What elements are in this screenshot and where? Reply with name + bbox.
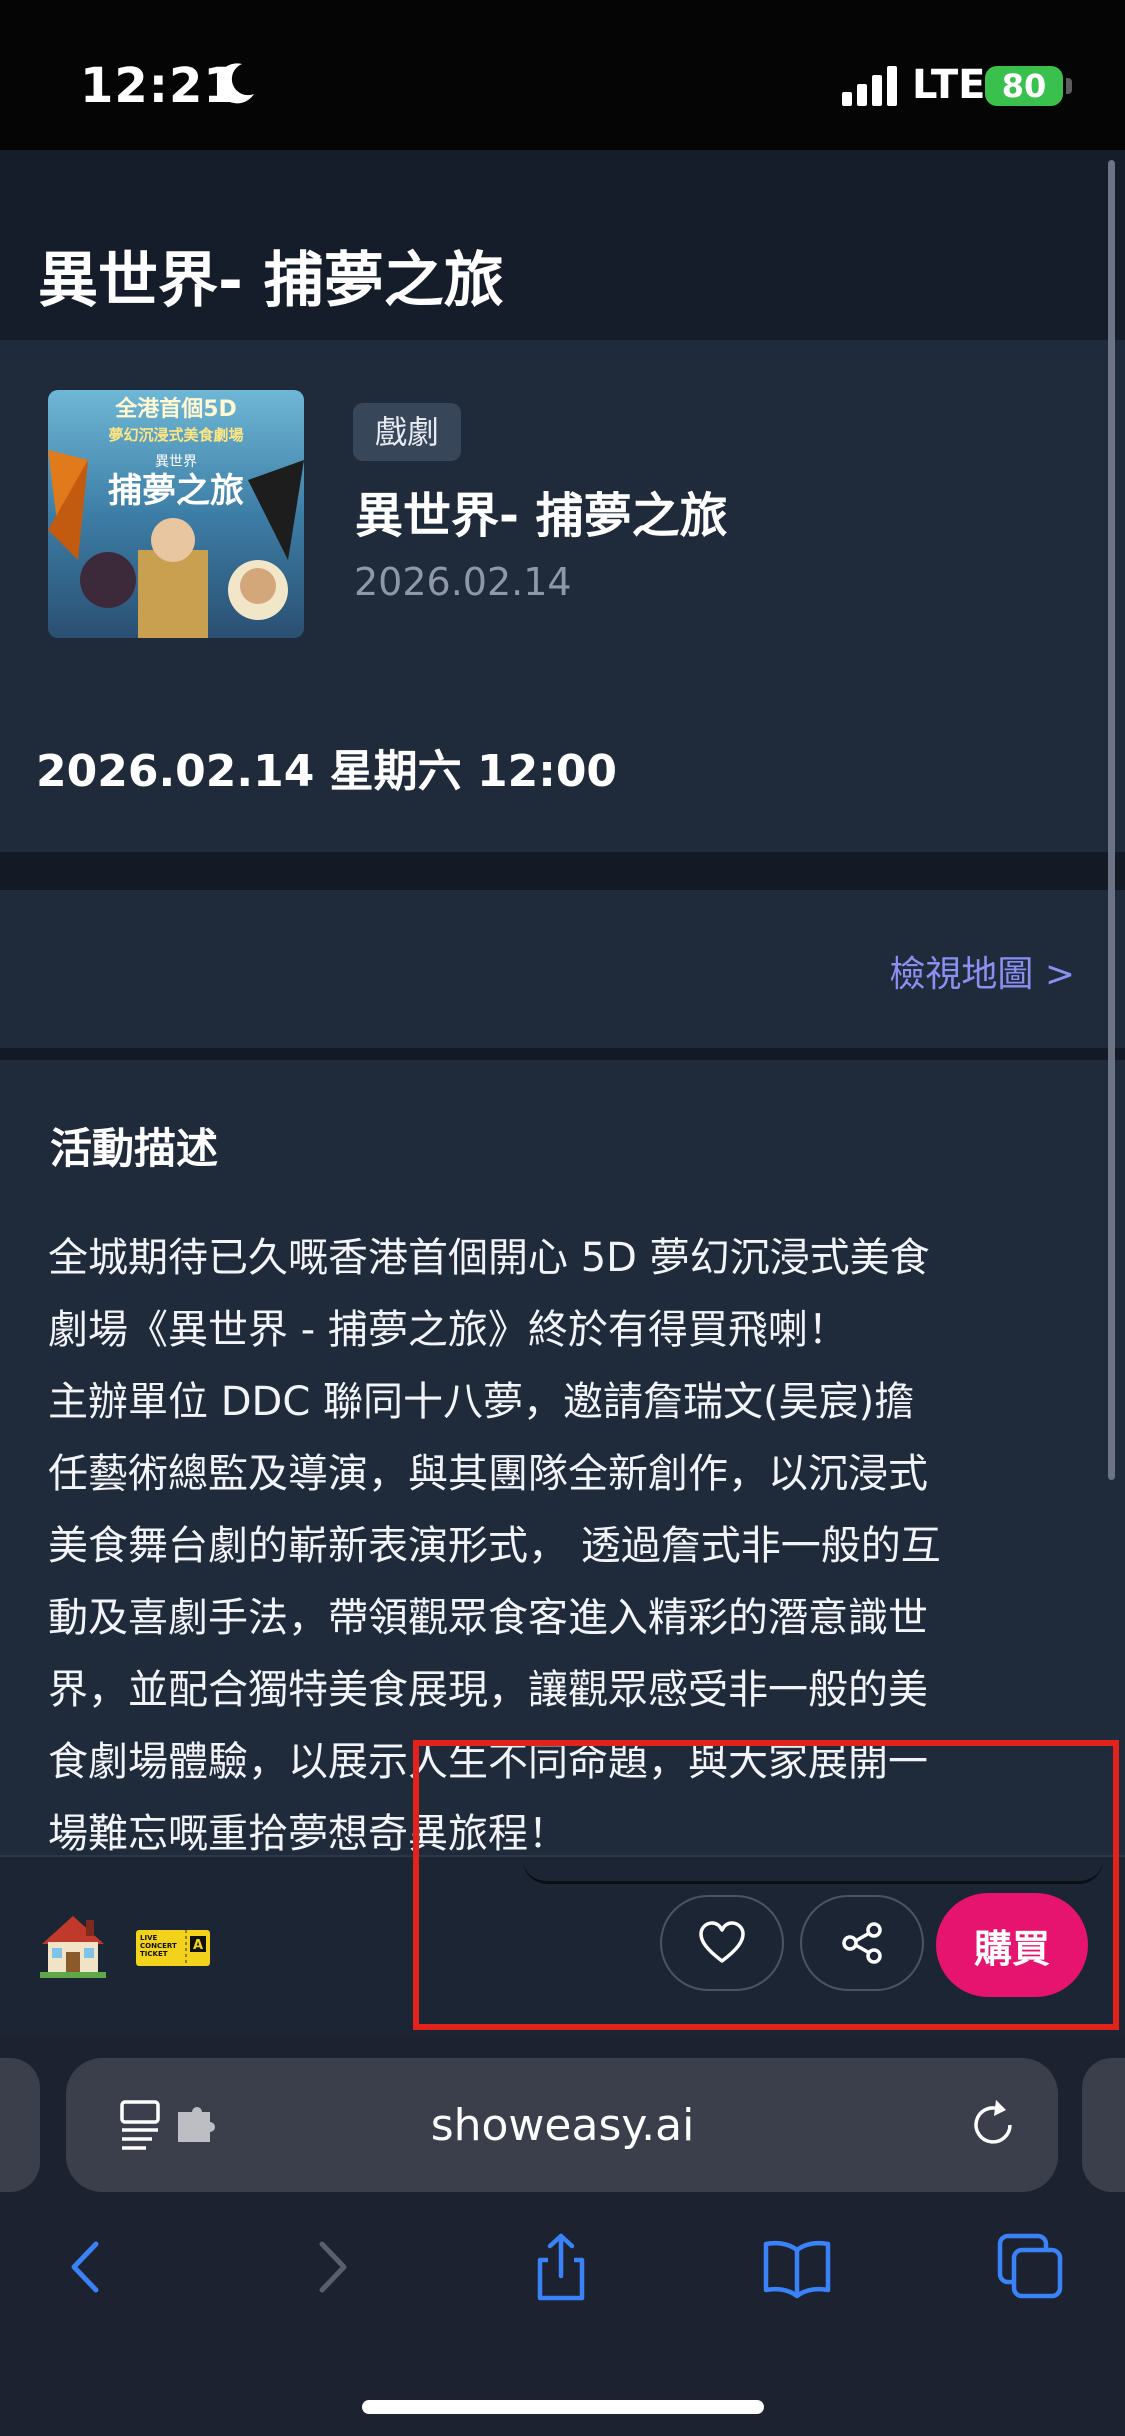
section-divider	[0, 1048, 1125, 1060]
battery-indicator: 80	[985, 66, 1063, 106]
highlight-annotation	[413, 1740, 1119, 2030]
description-title: 活動描述	[50, 1124, 219, 1173]
ticket-line-3: TICKET	[140, 1950, 168, 1958]
event-poster-image[interactable]: 全港首個5D 夢幻沉浸式美食劇場 異世界 捕夢之旅	[48, 390, 304, 638]
url-text[interactable]: showeasy.ai	[0, 2100, 1125, 2151]
reload-icon[interactable]	[966, 2098, 1020, 2152]
ticket-letter: A	[193, 1938, 203, 1953]
ticket-line-1: LIVE	[140, 1934, 157, 1942]
view-map-link[interactable]: 檢視地圖 >	[889, 945, 1075, 997]
home-indicator	[362, 2400, 764, 2414]
share-sheet-icon[interactable]	[526, 2232, 596, 2302]
back-icon[interactable]	[52, 2232, 122, 2302]
section-divider	[0, 852, 1125, 890]
poster-line-4: 捕夢之旅	[108, 471, 244, 511]
tabs-icon[interactable]	[996, 2232, 1066, 2302]
bookmarks-icon[interactable]	[762, 2232, 832, 2302]
poster-line-3: 異世界	[155, 454, 197, 470]
moon-icon	[217, 63, 254, 104]
category-badge: 戲劇	[353, 403, 462, 461]
poster-line-2: 夢幻沉浸式美食劇場	[108, 426, 243, 444]
signal-icon	[842, 66, 897, 106]
event-name: 異世界- 捕夢之旅	[355, 488, 728, 544]
battery-nub	[1066, 78, 1072, 94]
house-icon[interactable]	[40, 1912, 106, 1978]
event-datetime[interactable]: 2026.02.14 星期六 12:00	[36, 735, 617, 799]
poster-line-1: 全港首個5D	[114, 396, 237, 422]
event-date: 2026.02.14	[354, 560, 572, 604]
ticket-line-2: CONCERT	[140, 1942, 177, 1950]
battery-level: 80	[1001, 67, 1047, 105]
page-title: 異世界- 捕夢之旅	[38, 246, 504, 316]
forward-icon[interactable]	[296, 2232, 366, 2302]
scrollbar[interactable]	[1108, 160, 1115, 1480]
ticket-icon[interactable]: LIVE CONCERT TICKET A	[136, 1926, 210, 1970]
network-label: LTE	[912, 62, 986, 108]
